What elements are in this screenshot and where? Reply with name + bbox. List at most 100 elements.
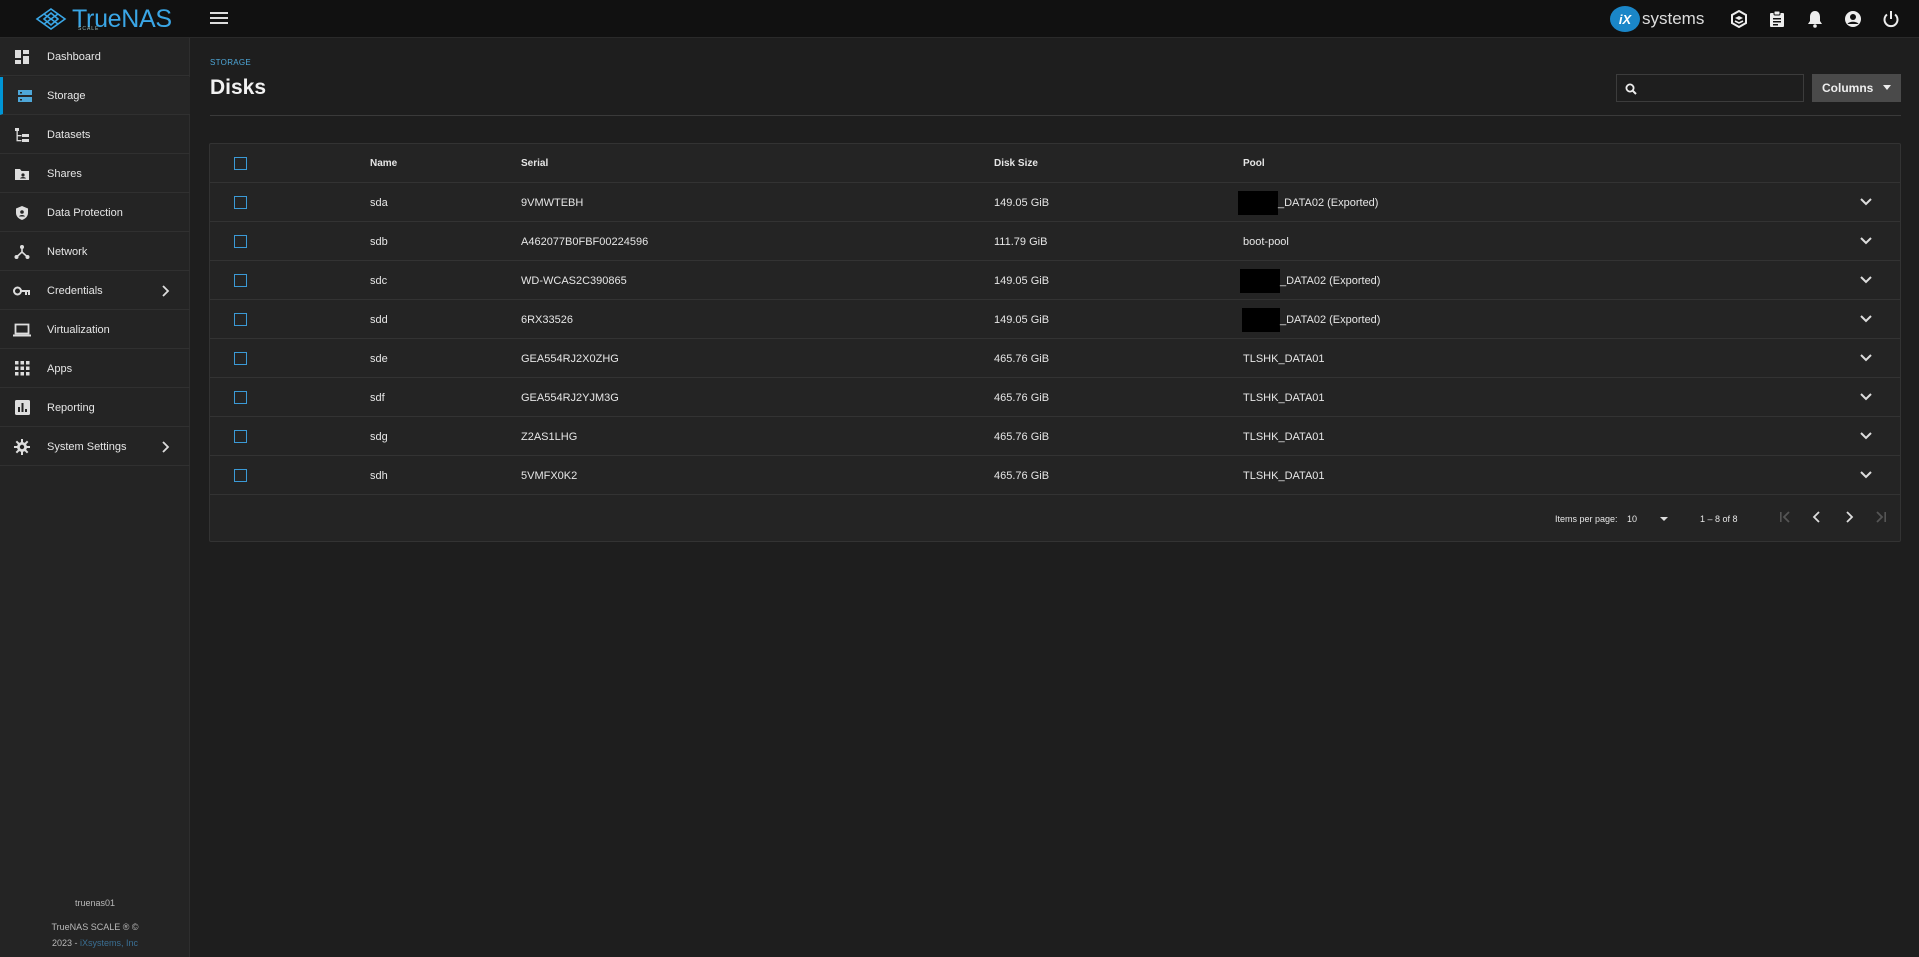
breadcrumb[interactable]: STORAGE <box>210 58 251 67</box>
expand-row-chevron-icon[interactable] <box>1858 350 1874 366</box>
table-row[interactable]: sdg Z2AS1LHG 465.76 GiB TLSHK_DATA01 <box>210 417 1900 456</box>
key-icon <box>12 281 32 301</box>
logo-subtitle: SCALE <box>78 26 100 32</box>
previous-page-icon[interactable] <box>1808 508 1826 526</box>
disk-name: sdd <box>370 313 388 326</box>
table-row[interactable]: sde GEA554RJ2X0ZHG 465.76 GiB TLSHK_DATA… <box>210 339 1900 378</box>
disk-serial: 5VMFX0K2 <box>521 469 578 482</box>
sidebar-item-label: Data Protection <box>47 206 123 219</box>
footer-year-line: 2023 - iXsystems, Inc <box>0 938 190 948</box>
table-header-row: Name Serial Disk Size Pool <box>210 144 1900 183</box>
table-row[interactable]: sdh 5VMFX0K2 465.76 GiB TLSHK_DATA01 <box>210 456 1900 495</box>
pool-name: _DATA02 (Exported) <box>1278 196 1379 209</box>
ixsystems-logo[interactable]: iX systems <box>1610 5 1704 33</box>
disk-name: sdh <box>370 469 388 482</box>
sidebar-item-label: Credentials <box>47 284 103 297</box>
shares-icon <box>12 164 32 184</box>
table-row[interactable]: sda 9VMWTEBH 149.05 GiB _DATA02 (Exporte… <box>210 183 1900 222</box>
row-checkbox[interactable] <box>234 430 247 443</box>
next-page-icon[interactable] <box>1840 508 1858 526</box>
ixsystems-link[interactable]: iXsystems, Inc <box>80 938 138 948</box>
apps-grid-icon <box>12 359 32 379</box>
row-checkbox[interactable] <box>234 196 247 209</box>
laptop-icon <box>12 320 32 340</box>
columns-button[interactable]: Columns <box>1812 74 1901 102</box>
sidebar: Dashboard Storage Datasets Shares Data P… <box>0 38 190 957</box>
storage-icon <box>15 86 35 106</box>
column-header-name[interactable]: Name <box>370 144 397 183</box>
items-per-page-label: Items per page: <box>1555 514 1618 524</box>
disk-pool: _DATA02 (Exported) <box>1238 183 1378 222</box>
account-circle-icon[interactable] <box>1843 9 1863 29</box>
sidebar-item-label: System Settings <box>47 440 127 453</box>
footer-year: 2023 - <box>51 938 78 948</box>
expand-row-chevron-icon[interactable] <box>1858 272 1874 288</box>
first-page-icon[interactable] <box>1776 508 1794 526</box>
truenas-logo-icon <box>35 8 67 30</box>
column-header-serial[interactable]: Serial <box>521 144 548 183</box>
paginator: Items per page: 10 1 – 8 of 8 <box>210 494 1900 542</box>
row-checkbox[interactable] <box>234 235 247 248</box>
row-checkbox[interactable] <box>234 391 247 404</box>
disk-serial: 9VMWTEBH <box>521 196 584 209</box>
table-row[interactable]: sdd 6RX33526 149.05 GiB _DATA02 (Exporte… <box>210 300 1900 339</box>
expand-row-chevron-icon[interactable] <box>1858 389 1874 405</box>
items-per-page-select[interactable]: 10 <box>1627 508 1677 528</box>
row-checkbox[interactable] <box>234 469 247 482</box>
menu-toggle-icon[interactable] <box>210 12 228 26</box>
power-icon[interactable] <box>1881 9 1901 29</box>
disk-serial: Z2AS1LHG <box>521 430 578 443</box>
pool-name: _DATA02 (Exported) <box>1280 274 1381 287</box>
table-row[interactable]: sdb A462077B0FBF00224596 111.79 GiB boot… <box>210 222 1900 261</box>
truecommand-icon[interactable] <box>1729 9 1749 29</box>
sidebar-item-label: Dashboard <box>47 50 101 63</box>
chevron-right-icon <box>160 439 172 455</box>
sidebar-item-data-protection[interactable]: Data Protection <box>0 194 190 232</box>
divider <box>210 115 1901 116</box>
sidebar-item-system-settings[interactable]: System Settings <box>0 428 190 466</box>
table-row[interactable]: sdc WD-WCAS2C390865 149.05 GiB _DATA02 (… <box>210 261 1900 300</box>
sidebar-item-shares[interactable]: Shares <box>0 155 190 193</box>
disk-name: sdf <box>370 391 385 404</box>
reporting-icon <box>12 398 32 418</box>
search-input[interactable] <box>1641 75 1801 101</box>
search-box[interactable] <box>1616 74 1804 102</box>
sidebar-item-apps[interactable]: Apps <box>0 350 190 388</box>
sidebar-item-reporting[interactable]: Reporting <box>0 389 190 427</box>
sidebar-item-network[interactable]: Network <box>0 233 190 271</box>
notifications-bell-icon[interactable] <box>1805 9 1825 29</box>
column-header-pool[interactable]: Pool <box>1243 144 1265 183</box>
datasets-icon <box>12 125 32 145</box>
ixsystems-text: systems <box>1642 9 1705 28</box>
disks-table-card: Name Serial Disk Size Pool sda 9VMWTEBH … <box>209 143 1901 542</box>
sidebar-item-label: Storage <box>47 89 86 102</box>
table-row[interactable]: sdf GEA554RJ2YJM3G 465.76 GiB TLSHK_DATA… <box>210 378 1900 417</box>
sidebar-item-credentials[interactable]: Credentials <box>0 272 190 310</box>
column-header-disk-size[interactable]: Disk Size <box>994 144 1038 183</box>
truenas-logo[interactable]: TrueNAS SCALE <box>34 4 172 34</box>
sidebar-item-dashboard[interactable]: Dashboard <box>0 38 190 76</box>
expand-row-chevron-icon[interactable] <box>1858 428 1874 444</box>
expand-row-chevron-icon[interactable] <box>1858 311 1874 327</box>
row-checkbox[interactable] <box>234 274 247 287</box>
pool-name: _DATA02 (Exported) <box>1280 313 1381 326</box>
expand-row-chevron-icon[interactable] <box>1858 233 1874 249</box>
caret-down-icon <box>1660 517 1668 521</box>
sidebar-item-virtualization[interactable]: Virtualization <box>0 311 190 349</box>
disk-name: sdg <box>370 430 388 443</box>
disk-pool: TLSHK_DATA01 <box>1243 469 1325 482</box>
jobs-clipboard-icon[interactable] <box>1767 9 1787 29</box>
sidebar-item-storage[interactable]: Storage <box>0 77 190 115</box>
last-page-icon[interactable] <box>1872 508 1890 526</box>
select-all-checkbox[interactable] <box>234 157 247 170</box>
sidebar-item-datasets[interactable]: Datasets <box>0 116 190 154</box>
redaction-block <box>1240 268 1280 293</box>
expand-row-chevron-icon[interactable] <box>1858 467 1874 483</box>
row-checkbox[interactable] <box>234 352 247 365</box>
row-checkbox[interactable] <box>234 313 247 326</box>
sidebar-item-label: Network <box>47 245 88 258</box>
expand-row-chevron-icon[interactable] <box>1858 194 1874 210</box>
disk-pool: _DATA02 (Exported) <box>1240 261 1380 300</box>
disk-name: sda <box>370 196 388 209</box>
disk-serial: GEA554RJ2X0ZHG <box>521 352 619 365</box>
